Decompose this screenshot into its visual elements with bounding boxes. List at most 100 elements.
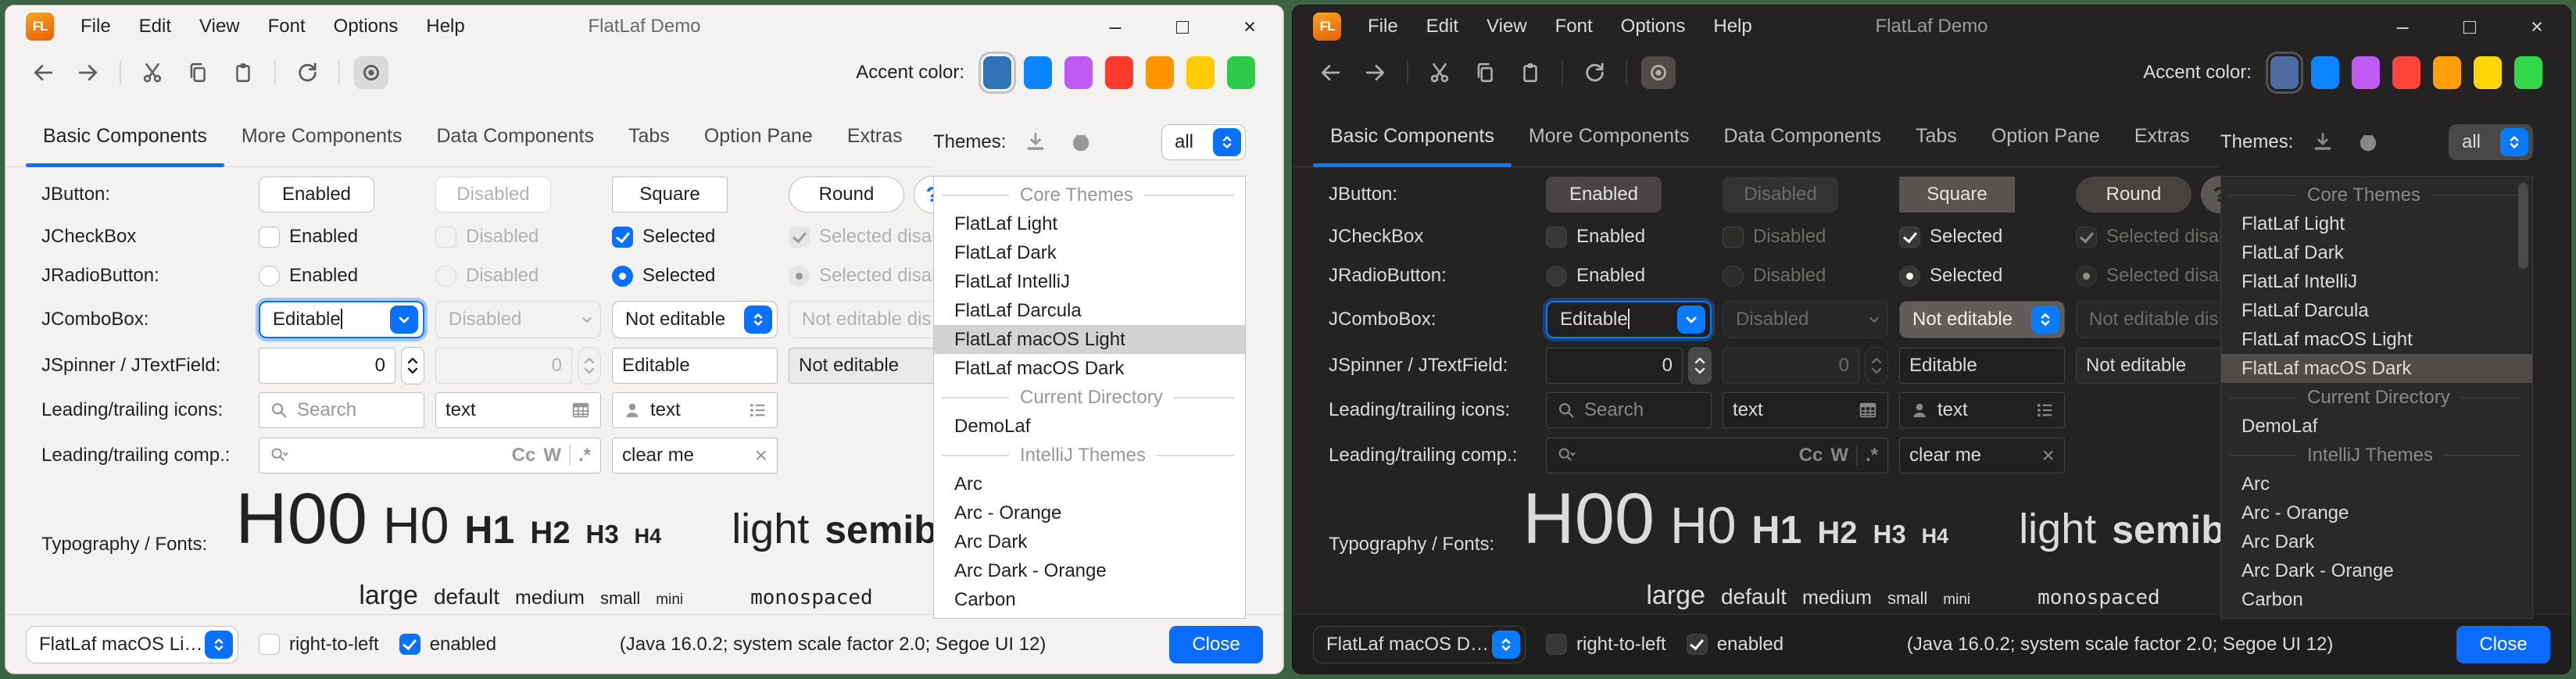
round-button[interactable]: Round <box>2076 177 2191 213</box>
accent-swatch-blue[interactable] <box>2311 56 2339 89</box>
tab-tabs[interactable]: Tabs <box>611 125 687 166</box>
maximize-button[interactable]: □ <box>2456 15 2483 39</box>
regex-toggle[interactable]: .* <box>1866 445 1878 466</box>
spinner-updown-icon[interactable] <box>1688 347 1712 384</box>
theme-list-item[interactable]: FlatLaf IntelliJ <box>934 267 1245 296</box>
chevron-updown-icon[interactable] <box>1492 631 1520 659</box>
spinner-value[interactable]: 0 <box>1546 348 1683 384</box>
accent-swatch-yellow[interactable] <box>2474 56 2502 89</box>
checkbox-icon[interactable] <box>1687 634 1708 655</box>
back-button[interactable] <box>1313 56 1347 89</box>
tab-option-pane[interactable]: Option Pane <box>687 125 830 166</box>
textfield-value[interactable]: Editable <box>622 355 767 377</box>
github-button[interactable] <box>2352 127 2384 158</box>
theme-list-item[interactable]: Arc Dark <box>2221 527 2532 556</box>
clearable-value[interactable]: clear me <box>622 445 747 466</box>
close-button[interactable]: Close <box>1169 626 1263 663</box>
textfield-value[interactable]: Editable <box>1909 355 2055 377</box>
text-value[interactable]: text <box>1733 399 1850 421</box>
menu-help[interactable]: Help <box>426 16 464 38</box>
text-value[interactable]: text <box>445 399 563 421</box>
accent-swatch-green[interactable] <box>1227 56 1255 89</box>
back-button[interactable] <box>26 56 60 89</box>
accent-swatch-purple[interactable] <box>1064 56 1093 89</box>
checkbox-icon[interactable] <box>399 634 420 655</box>
clear-icon[interactable]: × <box>2042 443 2055 468</box>
radio-icon[interactable] <box>1546 266 1567 287</box>
theme-list-item[interactable]: DemoLaf <box>934 412 1245 441</box>
clear-icon[interactable]: × <box>755 443 767 468</box>
text-input-with-user-icon[interactable]: text <box>612 392 778 428</box>
enabled-checkbox[interactable]: enabled <box>1687 634 1784 656</box>
match-case-toggle[interactable]: Cc <box>1799 445 1823 466</box>
close-window-button[interactable]: × <box>2524 15 2550 39</box>
menu-edit[interactable]: Edit <box>139 16 171 38</box>
cut-button[interactable] <box>135 56 170 89</box>
accent-swatch-default[interactable] <box>2270 56 2299 89</box>
theme-list-item[interactable]: FlatLaf Dark <box>934 238 1245 267</box>
chevron-down-icon[interactable] <box>1677 306 1705 334</box>
theme-list-item[interactable]: Arc Dark <box>934 527 1245 556</box>
paste-button[interactable] <box>1513 56 1547 89</box>
paste-button[interactable] <box>226 56 260 89</box>
theme-combobox[interactable]: FlatLaf macOS D… <box>1313 626 1526 663</box>
accent-swatch-blue[interactable] <box>1024 56 1052 89</box>
match-case-toggle[interactable]: Cc <box>512 445 536 466</box>
themes-filter-combobox[interactable]: all <box>1161 124 1246 160</box>
tab-basic-components[interactable]: Basic Components <box>26 125 224 166</box>
inspect-toggle-button[interactable] <box>354 56 388 89</box>
radio-icon[interactable] <box>259 266 280 287</box>
square-button[interactable]: Square <box>1899 177 2015 213</box>
tab-basic-components[interactable]: Basic Components <box>1313 125 1512 166</box>
tab-data-components[interactable]: Data Components <box>419 125 611 166</box>
close-button[interactable]: Close <box>2456 626 2550 663</box>
search-input-with-options[interactable]: Cc W .* <box>1546 438 1888 474</box>
right-to-left-checkbox[interactable]: right-to-left <box>259 634 379 656</box>
combobox-editable[interactable]: Editable <box>1546 301 1712 338</box>
theme-list-item[interactable]: Arc <box>934 470 1245 499</box>
accent-swatch-purple[interactable] <box>2352 56 2380 89</box>
clearable-input[interactable]: clear me × <box>612 438 778 474</box>
enabled-button[interactable]: Enabled <box>1546 177 1662 213</box>
forward-button[interactable] <box>1358 56 1393 89</box>
minimize-button[interactable]: – <box>1102 15 1129 39</box>
theme-list-item[interactable]: FlatLaf IntelliJ <box>2221 267 2532 296</box>
square-button[interactable]: Square <box>612 177 728 213</box>
accent-swatch-orange[interactable] <box>2433 56 2461 89</box>
tab-extras[interactable]: Extras <box>2117 125 2207 166</box>
theme-combobox-value[interactable]: FlatLaf macOS Li… <box>39 634 205 656</box>
menu-file[interactable]: File <box>80 16 111 38</box>
accent-swatch-default[interactable] <box>983 56 1011 89</box>
checkbox-selected[interactable]: Selected <box>612 226 778 248</box>
menu-file[interactable]: File <box>1368 16 1398 38</box>
scrollbar-thumb[interactable] <box>2518 183 2528 269</box>
combobox-value[interactable]: Editable <box>1560 309 1677 331</box>
text-value[interactable]: text <box>1937 399 2027 421</box>
theme-list-item[interactable]: Arc Dark - Orange <box>934 556 1245 585</box>
whole-word-toggle[interactable]: W <box>1830 445 1848 466</box>
whole-word-toggle[interactable]: W <box>543 445 561 466</box>
theme-list-item[interactable]: Arc Dark - Orange <box>2221 556 2532 585</box>
radio-icon[interactable] <box>1899 266 1920 287</box>
combobox-value[interactable]: Not editable <box>625 309 744 331</box>
checkbox-enabled[interactable]: Enabled <box>1546 226 1712 248</box>
download-themes-button[interactable] <box>1020 127 1051 158</box>
spinner-updown-icon[interactable] <box>401 347 424 384</box>
textfield-editable[interactable]: Editable <box>1899 348 2065 384</box>
theme-combobox-value[interactable]: FlatLaf macOS D… <box>1326 634 1492 656</box>
radio-selected[interactable]: Selected <box>612 265 778 287</box>
chevron-down-icon[interactable] <box>390 306 418 334</box>
search-input[interactable]: Search <box>1546 392 1712 428</box>
text-input-with-table-icon[interactable]: text <box>1723 392 1888 428</box>
checkbox-icon[interactable] <box>612 227 633 248</box>
theme-list-item[interactable]: DemoLaf <box>2221 412 2532 441</box>
menu-options[interactable]: Options <box>334 16 399 38</box>
round-button[interactable]: Round <box>789 177 904 213</box>
text-input-with-user-icon[interactable]: text <box>1899 392 2065 428</box>
spinner-value[interactable]: 0 <box>259 348 395 384</box>
theme-list-item[interactable]: FlatLaf Darcula <box>2221 296 2532 325</box>
accent-swatch-yellow[interactable] <box>1186 56 1215 89</box>
radio-enabled[interactable]: Enabled <box>1546 265 1712 287</box>
textfield-editable[interactable]: Editable <box>612 348 778 384</box>
chevron-updown-icon[interactable] <box>744 306 772 334</box>
